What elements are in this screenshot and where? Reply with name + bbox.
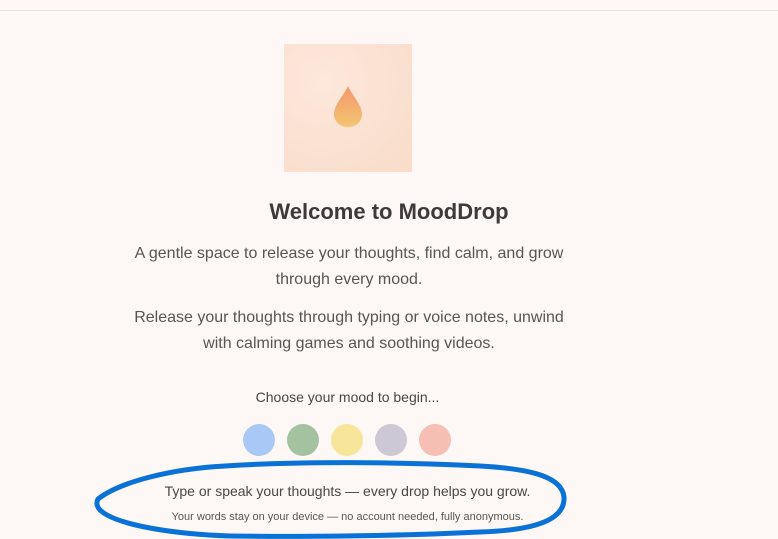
page-title: Welcome to MoodDrop xyxy=(269,199,509,224)
mood-option-pink[interactable] xyxy=(419,424,451,456)
mood-option-green[interactable] xyxy=(287,424,319,456)
input-hint: Type or speak your thoughts — every drop… xyxy=(164,483,531,499)
mood-prompt: Choose your mood to begin... xyxy=(255,389,440,405)
mood-option-yellow[interactable] xyxy=(331,424,363,456)
description-text: Release your thoughts through typing or … xyxy=(134,309,564,352)
welcome-page: Welcome to MoodDrop A gentle space to re… xyxy=(0,0,778,539)
mood-option-blue[interactable] xyxy=(243,424,275,456)
hero-image xyxy=(284,44,412,172)
mood-picker xyxy=(243,424,455,456)
drop-icon xyxy=(334,86,362,127)
top-divider xyxy=(0,10,778,11)
mood-option-lavender[interactable] xyxy=(375,424,407,456)
tagline-text: A gentle space to release your thoughts,… xyxy=(134,245,564,288)
privacy-note: Your words stay on your device — no acco… xyxy=(171,511,524,523)
